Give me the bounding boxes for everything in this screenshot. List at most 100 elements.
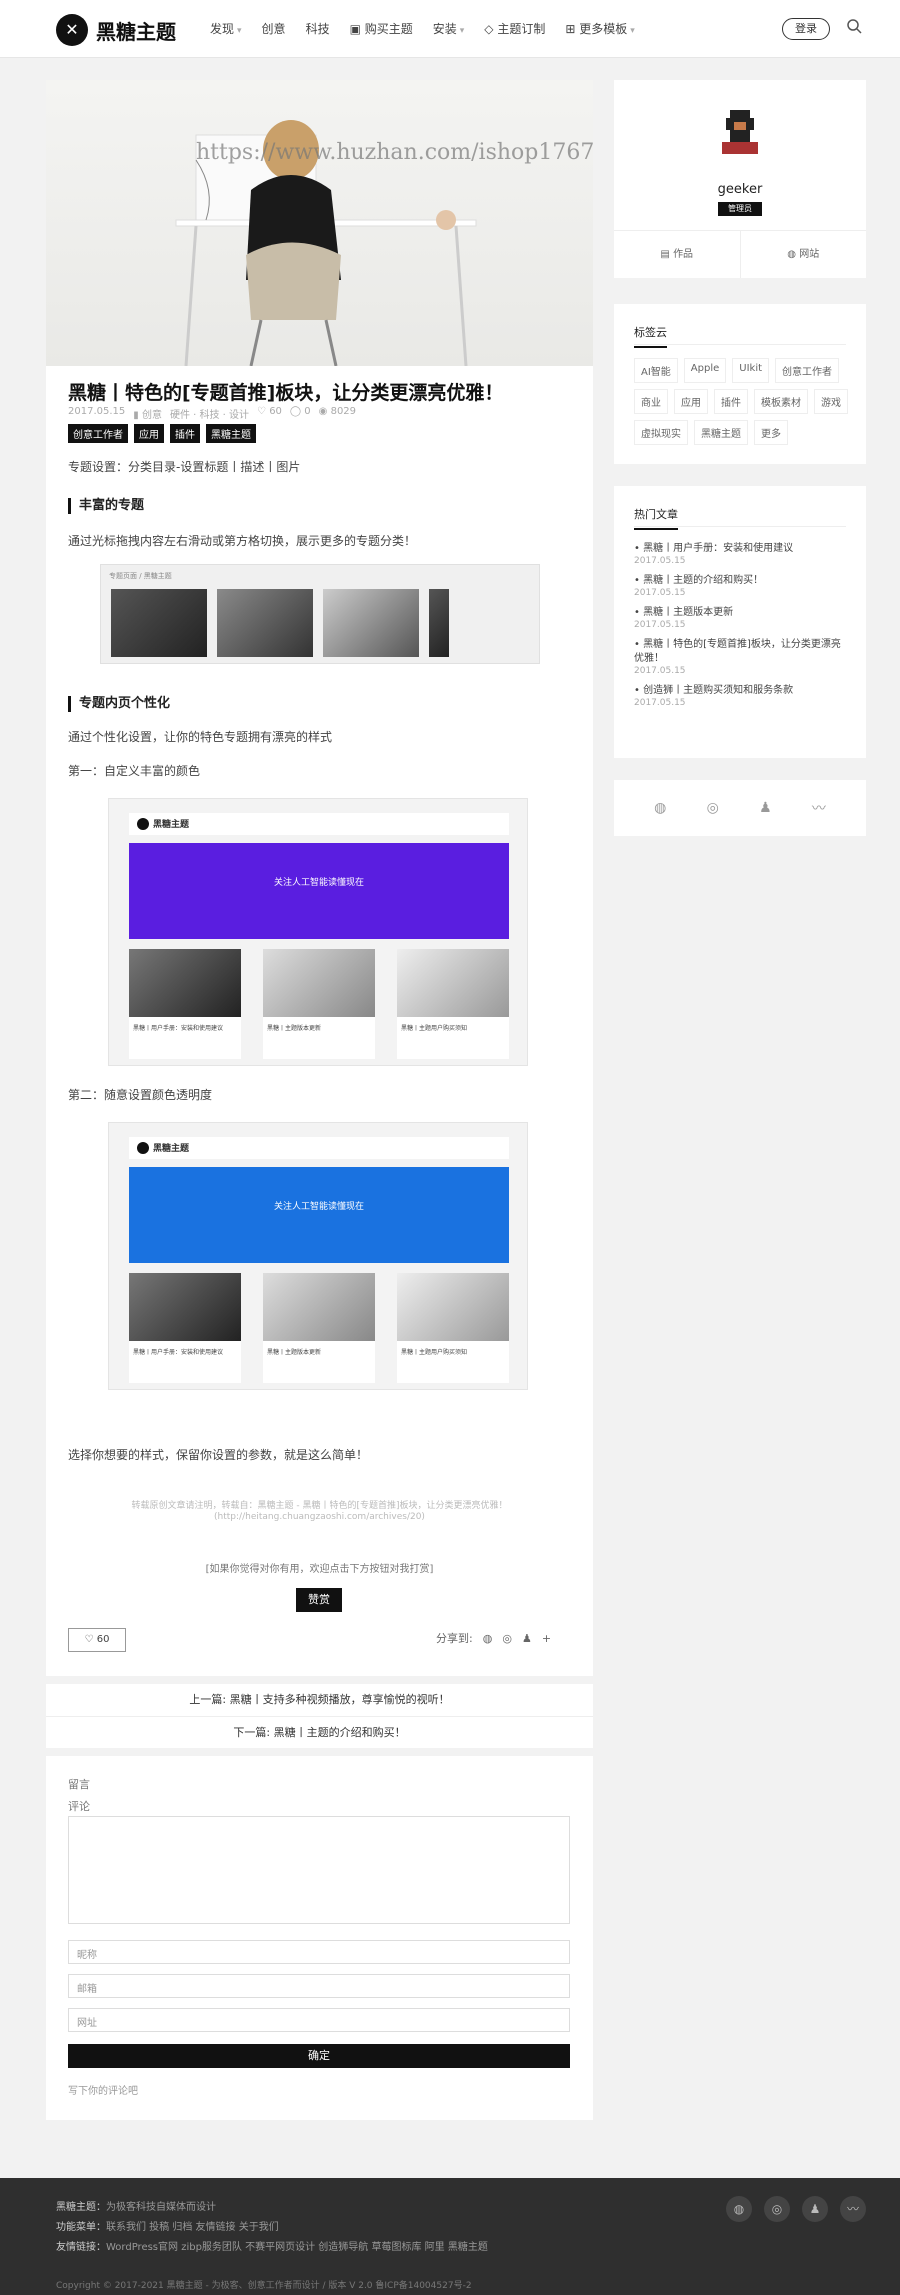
doc-icon: ▤ — [660, 249, 674, 260]
post-author[interactable]: ▮ 创意 — [133, 406, 162, 421]
nav-item-tech[interactable]: 科技 — [306, 20, 330, 37]
hot-posts-widget: 热门文章 黑糖丨用户手册：安装和使用建议2017.05.15 黑糖丨主题的介绍和… — [614, 486, 866, 758]
cloud-tag[interactable]: 插件 — [714, 389, 748, 414]
list-item[interactable]: 创造狮丨主题购买须知和服务条款2017.05.15 — [634, 684, 850, 708]
weibo-icon[interactable]: ◎ — [707, 800, 719, 816]
shot-card: 黑糖丨用户手册：安装和使用建议 — [129, 949, 241, 1059]
cloud-tag[interactable]: 模板素材 — [754, 389, 808, 414]
divider — [634, 526, 846, 527]
post-hero-image: https://www.huzhan.com/ishop17677 — [46, 80, 593, 366]
nav-item-discover[interactable]: 发现 ▾ — [210, 20, 242, 37]
submit-button[interactable]: 确定 — [68, 2044, 570, 2068]
copyright-url[interactable]: (http://heitang.chuangzaoshi.com/archive… — [46, 1512, 593, 1522]
comment-label: 评论 — [68, 1800, 90, 1813]
cloud-tag[interactable]: 更多 — [754, 420, 788, 445]
site-link[interactable]: ◍ 网站 — [739, 231, 867, 278]
post-comments: ◯ 0 — [289, 406, 311, 417]
comment-textarea[interactable] — [68, 1816, 570, 1924]
author-name[interactable]: geeker — [614, 182, 866, 197]
author-links: ▤ 作品 ◍ 网站 — [614, 230, 866, 278]
cloud-tag[interactable]: 游戏 — [814, 389, 848, 414]
footer-social: ◍ ◎ ♟ 〰 — [726, 2196, 866, 2222]
footer-copyright: Copyright © 2017-2021 黑糖主题 - 为极客、创意工作者而设… — [56, 2281, 472, 2291]
nav-item-more[interactable]: ⊞ 更多模板 ▾ — [565, 20, 634, 37]
copyright-note: 转载原创文章请注明，转载自：黑糖主题 - 黑糖丨特色的[专题首推]板块，让分类更… — [131, 1501, 508, 1511]
list-item[interactable]: 黑糖丨特色的[专题首推]板块，让分类更漂亮优雅！2017.05.15 — [634, 638, 850, 676]
heading-custom: 专题内页个性化 — [68, 696, 170, 712]
nav-item-buy[interactable]: ▣ 购买主题 — [350, 20, 413, 37]
plus-icon[interactable]: + — [542, 1632, 551, 1645]
next-post-link[interactable]: 下一篇: 黑糖丨主题的介绍和购买！ — [46, 1716, 593, 1748]
bag-icon: ▣ — [349, 22, 365, 36]
post-navigation: 上一篇: 黑糖丨支持多种视频播放，尊享愉悦的视听！ 下一篇: 黑糖丨主题的介绍和… — [46, 1684, 593, 1748]
post-likes: ♡ 60 — [257, 406, 282, 417]
tag[interactable]: 黑糖主题 — [206, 424, 256, 443]
nav-item-creative[interactable]: 创意 — [262, 20, 286, 37]
cloud-tag[interactable]: 商业 — [634, 389, 668, 414]
email-input[interactable]: 邮箱 — [68, 1974, 570, 1998]
qq-icon[interactable]: ♟ — [802, 2196, 828, 2222]
prev-post-link[interactable]: 上一篇: 黑糖丨支持多种视频播放，尊享愉悦的视听！ — [46, 1684, 593, 1716]
qq-icon[interactable]: ♟ — [522, 1632, 532, 1645]
reward-button[interactable]: 赞赏 — [296, 1588, 342, 1612]
post-date: 2017.05.15 — [68, 406, 126, 417]
cloud-tag[interactable]: 应用 — [674, 389, 708, 414]
list-item[interactable]: 黑糖丨用户手册：安装和使用建议2017.05.15 — [634, 542, 850, 566]
rss-icon[interactable]: 〰 — [812, 798, 826, 818]
cloud-tag[interactable]: Apple — [683, 358, 727, 383]
works-link[interactable]: ▤ 作品 — [614, 231, 740, 278]
footer-menu[interactable]: 功能菜单：联系我们 投稿 归档 友情链接 关于我们 — [56, 2218, 279, 2233]
tag[interactable]: 插件 — [170, 424, 200, 443]
share-label: 分享到: — [436, 1632, 473, 1645]
like-button[interactable]: ♡ 60 — [68, 1628, 126, 1652]
list-item[interactable]: 黑糖丨主题的介绍和购买！2017.05.15 — [634, 574, 850, 598]
post-categories[interactable]: 硬件 · 科技 · 设计 — [170, 406, 249, 421]
author-card: geeker 管理员 ▤ 作品 ◍ 网站 — [614, 80, 866, 278]
tag-cloud-widget: 标签云 AI智能 Apple UIkit 创意工作者 商业 应用 插件 模板素材… — [614, 304, 866, 464]
name-input[interactable]: 昵称 — [68, 1940, 570, 1964]
globe-icon: ◍ — [787, 249, 800, 260]
purple-theme-screenshot: 黑糖主题 关注人工智能读懂现在 黑糖丨用户手册：安装和使用建议 黑糖丨主题版本更… — [108, 798, 528, 1066]
cloud-tag[interactable]: AI智能 — [634, 358, 678, 383]
shot-card: 黑糖丨主题版本更新 — [263, 1273, 375, 1383]
chevron-down-icon: ▾ — [237, 26, 242, 36]
nav-item-install[interactable]: 安装 ▾ — [433, 20, 465, 37]
url-input[interactable]: 网址 — [68, 2008, 570, 2032]
shot-card: 黑糖丨主题版本更新 — [263, 949, 375, 1059]
tag[interactable]: 应用 — [134, 424, 164, 443]
qq-icon[interactable]: ♟ — [759, 800, 772, 816]
post-views: ◉ 8029 — [318, 406, 357, 417]
post-meta: 2017.05.15 ▮ 创意 硬件 · 科技 · 设计 ♡ 60 ◯ 0 ◉ … — [68, 406, 356, 421]
setting-line: 专题设置：分类目录-设置标题丨描述丨图片 — [68, 460, 301, 474]
hot-list: 黑糖丨用户手册：安装和使用建议2017.05.15 黑糖丨主题的介绍和购买！20… — [634, 542, 850, 716]
site-logo[interactable]: ✕ 黑糖主题 — [56, 14, 176, 46]
nav-item-custom[interactable]: ◇ 主题订制 — [484, 20, 545, 37]
wechat-icon[interactable]: ◍ — [483, 1632, 493, 1645]
cloud-tag[interactable]: 黑糖主题 — [694, 420, 748, 445]
strip-caption: 专题页面 / 黑糖主题 — [109, 572, 172, 580]
reward-hint: [如果你觉得对你有用，欢迎点击下方按钮对我打赏] — [205, 1564, 434, 1575]
tag[interactable]: 创意工作者 — [68, 424, 128, 443]
list-item[interactable]: 黑糖丨主题版本更新2017.05.15 — [634, 606, 850, 630]
wechat-icon[interactable]: ◍ — [726, 2196, 752, 2222]
comment-prompt: 写下你的评论吧 — [68, 2086, 138, 2097]
rss-icon[interactable]: 〰 — [840, 2196, 866, 2222]
search-icon[interactable] — [846, 18, 862, 34]
cloud-tag[interactable]: 创意工作者 — [775, 358, 840, 383]
choose-line: 选择你想要的样式，保留你设置的参数，就是这么简单！ — [68, 1448, 369, 1462]
shot-navbar: 黑糖主题 — [129, 813, 509, 835]
divider — [634, 344, 846, 345]
login-button[interactable]: 登录 — [782, 18, 830, 40]
chevron-down-icon: ▾ — [459, 26, 465, 36]
weibo-icon[interactable]: ◎ — [764, 2196, 790, 2222]
cloud-tag[interactable]: 虚拟现实 — [634, 420, 688, 445]
social-widget: ◍ ◎ ♟ 〰 — [614, 780, 866, 836]
diamond-icon: ◇ — [484, 22, 498, 36]
weibo-icon[interactable]: ◎ — [502, 1632, 512, 1645]
footer-links[interactable]: 友情链接：WordPress官网 zibp服务团队 不赛平网页设计 创造狮导航 … — [56, 2238, 488, 2253]
avatar[interactable] — [718, 110, 762, 154]
wechat-icon[interactable]: ◍ — [654, 800, 666, 816]
shot-logo: 黑糖主题 — [153, 820, 190, 830]
grid-icon: ⊞ — [565, 22, 580, 36]
cloud-tag[interactable]: UIkit — [732, 358, 770, 383]
